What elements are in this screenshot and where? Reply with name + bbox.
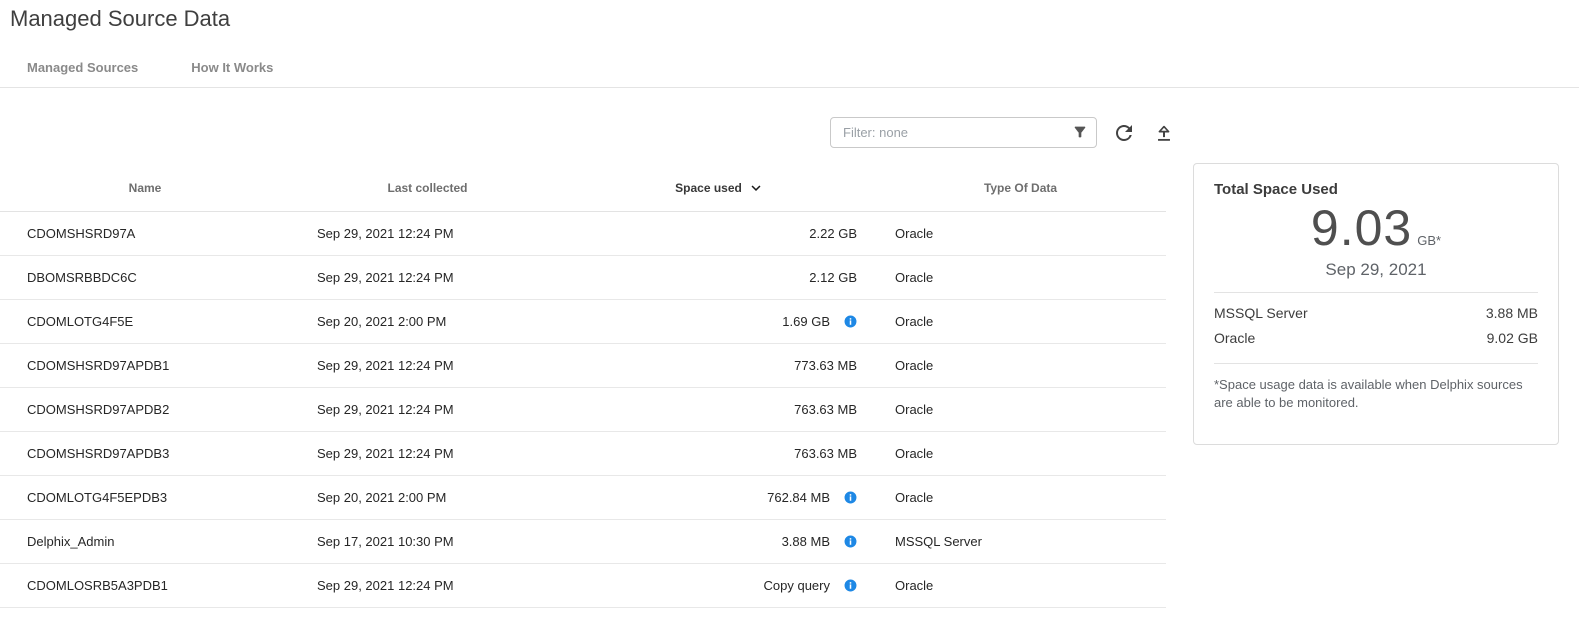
last-collected: Sep 29, 2021 12:24 PM	[290, 212, 565, 255]
tab-bar-divider	[0, 87, 1579, 88]
table-row[interactable]: Delphix_Admin Sep 17, 2021 10:30 PM 3.88…	[0, 520, 1166, 564]
space-used-cell: 3.88 MB	[565, 520, 875, 563]
sources-table: Name Last collected Space used Type Of D…	[0, 165, 1166, 608]
total-space-unit: GB*	[1417, 233, 1441, 248]
breakdown-value: 3.88 MB	[1486, 305, 1538, 321]
breakdown-label: Oracle	[1214, 330, 1255, 346]
toolbar	[830, 117, 1177, 148]
filter-icon[interactable]	[1072, 124, 1088, 140]
type-of-data: Oracle	[875, 388, 1166, 431]
breakdown-row-mssql: MSSQL Server 3.88 MB	[1214, 301, 1538, 326]
source-name: CDOMSHSRD97A	[0, 212, 290, 255]
space-used-value: 3.88 MB	[782, 534, 830, 549]
info-icon[interactable]	[844, 579, 857, 592]
space-used-cell: 2.12 GB	[565, 256, 875, 299]
card-title: Total Space Used	[1214, 181, 1538, 198]
filter-input[interactable]	[830, 117, 1097, 148]
last-collected: Sep 20, 2021 2:00 PM	[290, 300, 565, 343]
source-name: CDOMSHSRD97APDB2	[0, 388, 290, 431]
table-row[interactable]: CDOMLOTG4F5EPDB3 Sep 20, 2021 2:00 PM 76…	[0, 476, 1166, 520]
space-used-cell: 2.22 GB	[565, 212, 875, 255]
card-divider-bottom	[1214, 363, 1538, 364]
type-of-data: Oracle	[875, 476, 1166, 519]
source-name: CDOMLOSRB5A3PDB1	[0, 564, 290, 607]
refresh-button[interactable]	[1111, 120, 1137, 146]
last-collected: Sep 20, 2021 2:00 PM	[290, 476, 565, 519]
last-collected: Sep 17, 2021 10:30 PM	[290, 520, 565, 563]
column-header-type-of-data[interactable]: Type Of Data	[875, 165, 1166, 211]
type-of-data: Oracle	[875, 212, 1166, 255]
upload-icon	[1153, 122, 1175, 144]
page-title: Managed Source Data	[10, 6, 230, 32]
table-header: Name Last collected Space used Type Of D…	[0, 165, 1166, 212]
refresh-icon	[1112, 121, 1136, 145]
info-icon[interactable]	[844, 535, 857, 548]
space-used-cell: 1.69 GB	[565, 300, 875, 343]
upload-button[interactable]	[1151, 120, 1177, 146]
last-collected: Sep 29, 2021 12:24 PM	[290, 256, 565, 299]
space-used-cell: 762.84 MB	[565, 476, 875, 519]
managed-source-data-page: Managed Source Data Managed Sources How …	[0, 0, 1579, 617]
last-collected: Sep 29, 2021 12:24 PM	[290, 388, 565, 431]
space-used-value: 763.63 MB	[794, 402, 857, 417]
table-row[interactable]: CDOMSHSRD97APDB1 Sep 29, 2021 12:24 PM 7…	[0, 344, 1166, 388]
info-icon[interactable]	[844, 491, 857, 504]
table-row[interactable]: CDOMSHSRD97A Sep 29, 2021 12:24 PM 2.22 …	[0, 212, 1166, 256]
breakdown-label: MSSQL Server	[1214, 305, 1308, 321]
column-header-last-collected[interactable]: Last collected	[290, 165, 565, 211]
type-of-data: Oracle	[875, 256, 1166, 299]
breakdown-row-oracle: Oracle 9.02 GB	[1214, 326, 1538, 351]
source-name: CDOMLOTG4F5E	[0, 300, 290, 343]
type-of-data: Oracle	[875, 432, 1166, 475]
breakdown-list: MSSQL Server 3.88 MB Oracle 9.02 GB	[1214, 301, 1538, 351]
last-collected: Sep 29, 2021 12:24 PM	[290, 564, 565, 607]
space-used-value: 2.22 GB	[809, 226, 857, 241]
type-of-data: Oracle	[875, 300, 1166, 343]
card-footnote: *Space usage data is available when Delp…	[1214, 376, 1538, 414]
source-name: DBOMSRBBDC6C	[0, 256, 290, 299]
space-used-cell: 773.63 MB	[565, 344, 875, 387]
source-name: CDOMSHSRD97APDB3	[0, 432, 290, 475]
filter-input-wrapper	[830, 117, 1097, 148]
card-divider-top	[1214, 292, 1538, 293]
space-used-value: 762.84 MB	[767, 490, 830, 505]
total-space-card: Total Space Used 9.03 GB* Sep 29, 2021 MS…	[1193, 163, 1559, 445]
source-name: CDOMSHSRD97APDB1	[0, 344, 290, 387]
space-used-cell: 763.63 MB	[565, 432, 875, 475]
column-header-name[interactable]: Name	[0, 165, 290, 211]
table-row[interactable]: CDOMSHSRD97APDB2 Sep 29, 2021 12:24 PM 7…	[0, 388, 1166, 432]
type-of-data: MSSQL Server	[875, 520, 1166, 563]
space-used-cell: Copy query	[565, 564, 875, 607]
column-header-space-used[interactable]: Space used	[565, 165, 875, 211]
total-space-row: 9.03 GB*	[1214, 200, 1538, 258]
type-of-data: Oracle	[875, 344, 1166, 387]
tab-managed-sources[interactable]: Managed Sources	[27, 60, 138, 75]
table-body: CDOMSHSRD97A Sep 29, 2021 12:24 PM 2.22 …	[0, 212, 1166, 608]
last-collected: Sep 29, 2021 12:24 PM	[290, 432, 565, 475]
space-used-cell: 763.63 MB	[565, 388, 875, 431]
total-space-value: 9.03	[1311, 200, 1412, 256]
tab-how-it-works[interactable]: How It Works	[191, 60, 273, 75]
copy-query-button[interactable]: Copy query	[764, 578, 830, 593]
breakdown-value: 9.02 GB	[1487, 330, 1538, 346]
sort-desc-icon	[747, 179, 765, 197]
table-row[interactable]: CDOMLOSRB5A3PDB1 Sep 29, 2021 12:24 PM C…	[0, 564, 1166, 608]
info-icon[interactable]	[844, 315, 857, 328]
source-name: CDOMLOTG4F5EPDB3	[0, 476, 290, 519]
table-row[interactable]: CDOMLOTG4F5E Sep 20, 2021 2:00 PM 1.69 G…	[0, 300, 1166, 344]
space-used-value: 763.63 MB	[794, 446, 857, 461]
table-row[interactable]: CDOMSHSRD97APDB3 Sep 29, 2021 12:24 PM 7…	[0, 432, 1166, 476]
source-name: Delphix_Admin	[0, 520, 290, 563]
table-row[interactable]: DBOMSRBBDC6C Sep 29, 2021 12:24 PM 2.12 …	[0, 256, 1166, 300]
tab-bar: Managed Sources How It Works	[27, 60, 273, 75]
last-collected: Sep 29, 2021 12:24 PM	[290, 344, 565, 387]
space-used-value: 2.12 GB	[809, 270, 857, 285]
type-of-data: Oracle	[875, 564, 1166, 607]
space-used-value: 1.69 GB	[782, 314, 830, 329]
column-header-space-used-label: Space used	[675, 181, 742, 195]
space-used-value: 773.63 MB	[794, 358, 857, 373]
total-space-date: Sep 29, 2021	[1214, 260, 1538, 280]
